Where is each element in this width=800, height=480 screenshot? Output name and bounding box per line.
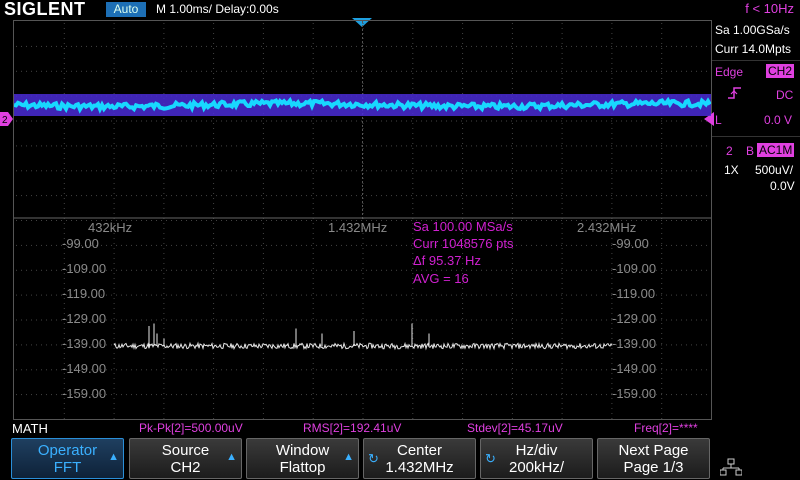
brand-logo: SIGLENT <box>4 0 86 19</box>
right-info-panel: Sa 1.00GSa/s Curr 14.0Mpts Edge CH2 DC L… <box>712 20 800 435</box>
trigger-type-label[interactable]: Edge <box>715 65 743 79</box>
fft-y-label-right: -149.00 <box>612 361 657 376</box>
softkey-hz-per-div-value: 200kHz/ <box>508 459 565 476</box>
fft-y-label-right: -99.00 <box>612 236 649 251</box>
measurement-stdev[interactable]: Stdev[2]=45.17uV <box>467 421 563 435</box>
fft-y-label-right: -139.00 <box>612 336 657 351</box>
softkey-next-page[interactable]: Next Page Page 1/3 <box>597 438 710 479</box>
fft-freq-label-right: 2.432MHz <box>577 220 637 235</box>
fft-y-label-left: -99.00 <box>62 236 99 251</box>
fft-y-label-left: -149.00 <box>62 361 107 376</box>
up-arrow-icon: ▲ <box>343 451 354 463</box>
softkey-source-title: Source <box>161 442 210 459</box>
fft-y-label-right: -129.00 <box>612 311 657 326</box>
trigger-source-badge[interactable]: CH2 <box>766 64 795 78</box>
rising-edge-icon <box>728 87 741 99</box>
trigger-level[interactable]: 0.0 V <box>764 113 792 127</box>
fft-freq-label-center: 1.432MHz <box>328 220 388 235</box>
softkey-window[interactable]: Window Flattop ▲ <box>246 438 359 479</box>
fft-y-label-right: -119.00 <box>612 286 656 301</box>
measurement-rms[interactable]: RMS[2]=192.41uV <box>303 421 401 435</box>
softkey-next-page-title: Next Page <box>618 442 689 459</box>
fft-freq-label-left: 432kHz <box>88 220 133 235</box>
frequency-counter: f < 10Hz <box>745 1 794 16</box>
fft-y-label-left: -129.00 <box>62 311 107 326</box>
up-arrow-icon: ▲ <box>226 451 237 463</box>
softkey-source[interactable]: Source CH2 ▲ <box>129 438 242 479</box>
sample-rate-readout: Sa 1.00GSa/s <box>715 23 790 37</box>
fft-spectrum-trace <box>113 323 613 351</box>
channel-number[interactable]: 2 <box>726 144 733 158</box>
fft-average: AVG = 16 <box>413 271 469 286</box>
softkey-center-value: 1.432MHz <box>385 459 454 476</box>
up-arrow-icon: ▲ <box>108 451 119 463</box>
fft-y-label-left: -159.00 <box>62 386 107 401</box>
measurement-freq[interactable]: Freq[2]=**** <box>634 421 698 435</box>
fft-sample-rate: Sa 100.00 MSa/s <box>413 219 513 234</box>
trigger-mode-badge[interactable]: Auto <box>106 2 146 17</box>
fft-points: Curr 1048576 pts <box>413 236 514 251</box>
ch2-time-trace <box>14 94 711 116</box>
softkey-window-value: Flattop <box>279 459 326 476</box>
memory-depth-readout: Curr 14.0Mpts <box>715 42 792 56</box>
softkey-hz-per-div-title: Hz/div <box>515 442 558 459</box>
vertical-offset[interactable]: 0.0V <box>770 179 795 193</box>
softkey-center[interactable]: ↻ Center 1.432MHz <box>363 438 476 479</box>
fft-resolution: Δf 95.37 Hz <box>413 253 481 268</box>
channel-2-marker-icon[interactable]: 2 <box>0 112 13 126</box>
network-icon <box>720 458 742 476</box>
probe-attenuation: 1X <box>724 163 739 177</box>
measurement-pkpk[interactable]: Pk-Pk[2]=500.00uV <box>139 421 243 435</box>
math-label: MATH <box>12 421 48 436</box>
trigger-coupling: DC <box>776 88 794 102</box>
vertical-scale[interactable]: 500uV/ <box>755 163 793 177</box>
fft-y-label-left: -139.00 <box>62 336 107 351</box>
softkey-operator-title: Operator <box>37 442 98 459</box>
svg-text:2: 2 <box>2 115 8 126</box>
softkey-hz-per-div[interactable]: ↻ Hz/div 200kHz/ <box>480 438 593 479</box>
softkey-window-title: Window <box>275 442 330 459</box>
softkey-operator[interactable]: Operator FFT ▲ <box>11 438 124 479</box>
softkey-next-page-value: Page 1/3 <box>623 459 684 476</box>
softkey-center-title: Center <box>396 442 443 459</box>
channel-coupling-badge: AC1M <box>757 143 795 157</box>
fft-y-label-left: -109.00 <box>62 261 107 276</box>
trigger-level-prefix: L <box>715 113 722 127</box>
fft-y-label-right: -159.00 <box>612 386 657 401</box>
fft-y-label-left: -119.00 <box>62 286 106 301</box>
softkey-operator-value: FFT <box>53 459 82 476</box>
bandwidth-limit-indicator: B <box>746 144 755 158</box>
timebase-readout[interactable]: M 1.00ms/ Delay:0.00s <box>156 2 279 16</box>
softkey-source-value: CH2 <box>170 459 201 476</box>
fft-y-label-right: -109.00 <box>612 261 657 276</box>
